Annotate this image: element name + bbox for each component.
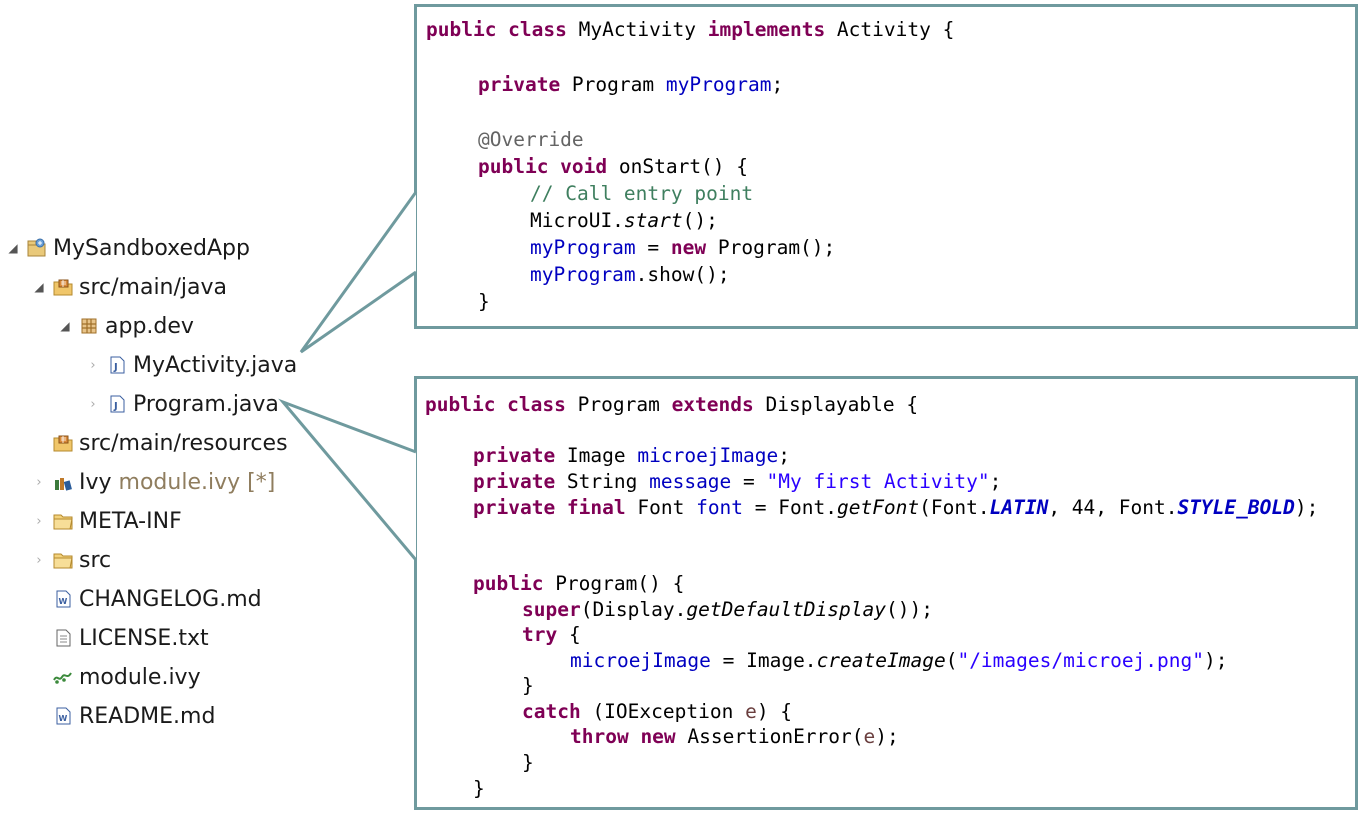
tree-item-program-java[interactable]: › J Program.java [86,387,279,421]
code-line: throw new AssertionError(e); [570,725,899,748]
tree-item-module-ivy[interactable]: module.ivy [32,660,201,694]
code-line: microejImage = Image.createImage("/image… [570,649,1228,672]
java-file-icon: J [106,393,128,415]
collapse-arrow-icon[interactable]: › [32,514,46,529]
code-line: private String message = "My first Activ… [473,470,1002,493]
folder-icon [52,549,74,571]
tree-item-label: src/main/java [79,274,228,300]
tree-item-label: Ivy [79,469,112,495]
svg-text:J: J [113,362,118,373]
code-line: public class Program extends Displayable… [425,393,919,416]
collapse-arrow-icon[interactable]: › [86,358,100,373]
code-line: public Program() { [473,572,685,595]
project-icon [26,237,48,259]
tree-item-label: src [79,547,112,573]
code-line: } [478,290,490,313]
code-line: } [473,777,485,800]
markdown-file-icon: W [52,588,74,610]
tree-item-label: META-INF [79,508,182,534]
tree-item-label: README.md [79,703,216,729]
expand-arrow-icon[interactable]: ◢ [32,280,46,294]
tree-item-src-main-resources[interactable]: src/main/resources [32,426,288,460]
code-line: super(Display.getDefaultDisplay()); [522,598,933,621]
code-line: } [522,751,534,774]
code-line: private final Font font = Font.getFont(F… [473,496,1319,519]
code-line: myProgram = new Program(); [530,236,836,259]
ivy-library-icon [52,471,74,493]
tree-item-label: LICENSE.txt [79,625,209,651]
tree-item-suffix: module.ivy [*] [118,469,276,495]
tree-item-label: app.dev [105,313,194,339]
tree-item-label: module.ivy [79,664,201,690]
ivy-file-icon [52,666,74,688]
code-line: private Program myProgram; [478,73,784,96]
svg-text:W: W [59,597,68,606]
tree-item-changelog-md[interactable]: W CHANGELOG.md [32,582,262,616]
tree-item-label: MyActivity.java [133,352,298,378]
collapse-arrow-icon[interactable]: › [86,397,100,412]
text-file-icon [52,627,74,649]
code-line: MicroUI.start(); [530,209,718,232]
tree-item-myactivity-java[interactable]: › J MyActivity.java [86,348,297,382]
code-line: myProgram.show(); [530,263,730,286]
source-folder-icon [52,276,74,298]
code-line: catch (IOException e) { [522,700,793,723]
markdown-file-icon: W [52,705,74,727]
tree-item-mysandboxedapp[interactable]: ◢ MySandboxedApp [6,231,250,265]
code-line: @Override [478,128,584,151]
code-line: public class MyActivity implements Activ… [426,18,955,41]
expand-arrow-icon[interactable]: ◢ [58,319,72,333]
myactivity-code-callout: public class MyActivity implements Activ… [414,4,1358,329]
tree-item-label: CHANGELOG.md [79,586,262,612]
tree-item-ivy[interactable]: › Ivy module.ivy [*] [32,465,275,499]
folder-icon [52,510,74,532]
code-line: public void onStart() { [478,155,749,178]
tree-item-label: src/main/resources [79,430,288,456]
expand-arrow-icon[interactable]: ◢ [6,241,20,255]
tree-item-label: Program.java [133,391,279,417]
tree-item-license-txt[interactable]: LICENSE.txt [32,621,209,655]
tree-item-app-dev[interactable]: ◢ app.dev [58,309,194,343]
svg-text:W: W [59,714,68,723]
project-explorer-tree: ◢ MySandboxedApp ◢ src/main/java ◢ app.d… [0,0,420,820]
tree-item-label: MySandboxedApp [53,235,250,261]
code-line: private Image microejImage; [473,444,791,467]
source-folder-icon [52,432,74,454]
collapse-arrow-icon[interactable]: › [32,553,46,568]
tree-item-readme-md[interactable]: W README.md [32,699,215,733]
code-line: try { [522,623,581,646]
code-line: } [522,674,534,697]
package-icon [78,315,100,337]
tree-item-meta-inf[interactable]: › META-INF [32,504,182,538]
svg-text:J: J [113,401,118,412]
tree-item-src[interactable]: › src [32,543,111,577]
collapse-arrow-icon[interactable]: › [32,475,46,490]
program-code-callout: public class Program extends Displayable… [414,376,1358,810]
java-file-icon: J [106,354,128,376]
tree-item-src-main-java[interactable]: ◢ src/main/java [32,270,227,304]
code-line: // Call entry point [530,182,754,205]
